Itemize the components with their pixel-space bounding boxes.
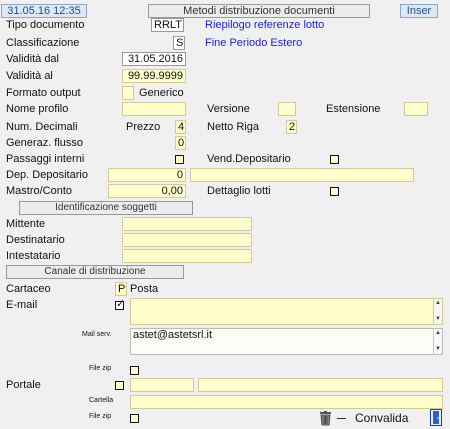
dettaglio-lotti-label: Dettaglio lotti [207,185,271,197]
mastro-conto-label: Mastro/Conto [6,185,73,197]
destinatario-field[interactable] [122,233,252,247]
passaggi-interni-checkbox[interactable] [175,155,184,164]
prezzo-label: Prezzo [126,121,161,133]
dep-depositario-label: Dep. Depositario [6,169,88,181]
file-zip-checkbox-1[interactable] [130,366,139,375]
validita-dal-label: Validità dal [6,53,59,65]
email-address-area[interactable] [130,298,443,325]
netto-riga-label: Netto Riga [207,121,259,133]
cartella-field[interactable] [130,395,443,409]
intestatario-label: Intestatario [6,250,61,262]
portale-checkbox[interactable] [115,381,124,390]
validita-al-label: Validità al [6,70,53,82]
tipo-documento-label: Tipo documento [6,19,85,31]
tipo-documento-field[interactable]: RRLT [151,18,184,32]
file-zip-label-1: File zip [89,365,112,372]
mittente-field[interactable] [122,217,252,231]
file-zip-checkbox-2[interactable] [130,414,139,423]
email-label: E-mail [6,299,38,311]
email-check-icon: ✓ [116,298,126,310]
netto-riga-decimali-field[interactable]: 2 [286,120,297,134]
cartaceo-field[interactable]: P [115,282,127,296]
convalida-button[interactable]: Convalida [355,412,408,425]
tipo-documento-desc: Riepilogo referenze lotto [205,19,325,31]
classificazione-field[interactable]: S [173,36,185,50]
portale-field-2[interactable] [198,378,443,392]
nome-profilo-label: Nome profilo [6,103,69,115]
dep-depositario-code-field[interactable]: 0 [108,168,186,182]
page-title: Metodi distribuzione documenti [148,4,370,18]
footer-separator [337,418,346,419]
door-icon[interactable] [430,409,442,426]
nome-profilo-field[interactable] [122,102,186,116]
trash-icon[interactable] [319,411,332,426]
formato-output-desc: Generico [139,87,184,99]
mail-serv-scrollbar[interactable]: ▲ ▼ [433,329,442,354]
vend-depositario-checkbox[interactable] [330,155,339,164]
validita-dal-field[interactable]: 31.05.2016 [122,52,186,66]
mastro-conto-field[interactable]: 0,00 [108,184,186,198]
estensione-label: Estensione [326,103,381,115]
mode-indicator: Inser [400,4,438,18]
cartaceo-desc: Posta [130,283,159,295]
destinatario-label: Destinatario [6,234,65,246]
datetime-display: 31.05.16 12:35 [1,4,87,18]
dep-depositario-desc-field[interactable] [190,168,414,182]
mail-serv-label: Mail serv. [82,331,112,338]
scroll-down-arrow-icon[interactable]: ▼ [435,316,441,322]
formato-output-field[interactable] [122,86,134,100]
generaz-flusso-label: Generaz. flusso [6,137,84,149]
versione-field[interactable] [278,102,296,116]
prezzo-decimali-field[interactable]: 4 [175,120,186,134]
formato-output-label: Formato output [6,87,81,99]
mittente-label: Mittente [6,218,46,230]
scroll-down-arrow-icon[interactable]: ▼ [435,346,441,352]
portale-label: Portale [6,379,41,391]
passaggi-interni-label: Passaggi interni [6,153,85,165]
email-area-scrollbar[interactable]: ▲ ▼ [433,299,442,324]
vend-depositario-label: Vend.Depositario [207,153,291,165]
generaz-flusso-field[interactable]: 0 [175,136,186,150]
file-zip-label-2: File zip [89,413,112,420]
soggetti-section-header: Identificazione soggetti [19,201,193,215]
cartella-label: Cartella [89,397,114,404]
cartaceo-label: Cartaceo [6,283,51,295]
validita-al-field[interactable]: 99.99.9999 [122,69,186,83]
portale-field-1[interactable] [130,378,194,392]
intestatario-field[interactable] [122,249,252,263]
num-decimali-label: Num. Decimali [6,121,78,133]
classificazione-desc: Fine Periodo Estero [205,37,303,49]
scroll-up-arrow-icon[interactable]: ▲ [435,300,441,306]
scroll-up-arrow-icon[interactable]: ▲ [435,330,441,336]
estensione-field[interactable] [404,102,428,116]
classificazione-label: Classificazione [6,37,80,49]
dettaglio-lotti-checkbox[interactable] [330,187,339,196]
canale-section-header: Canale di distribuzione [6,265,184,279]
mail-serv-area[interactable]: astet@astetsrl.it [130,328,443,355]
versione-label: Versione [207,103,250,115]
